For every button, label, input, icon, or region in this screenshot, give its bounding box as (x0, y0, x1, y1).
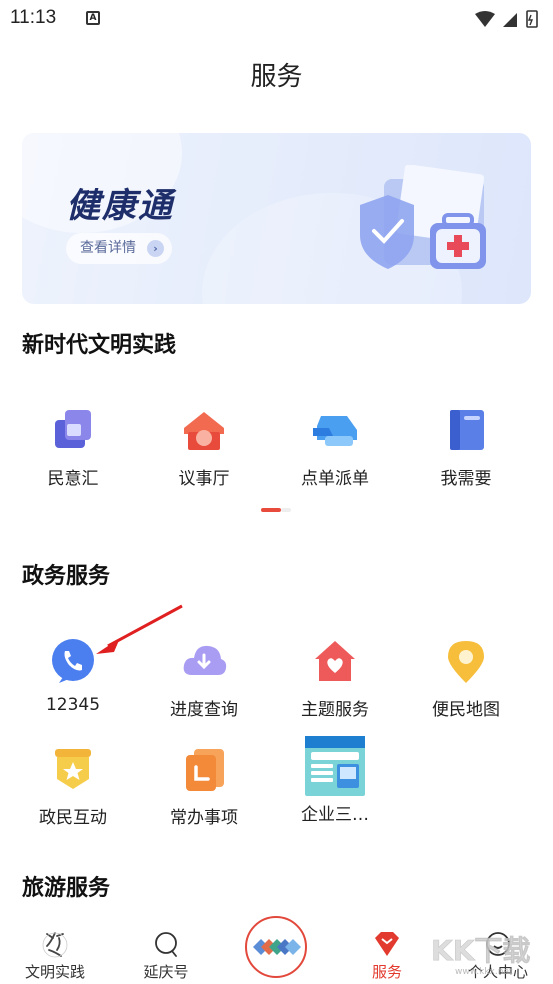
location-pin-icon (448, 641, 484, 683)
grid-item-yishiting[interactable]: 议事厅 (149, 406, 259, 489)
grid-item-label: 点单派单 (301, 469, 369, 489)
medical-kit-illustration-icon (360, 165, 486, 269)
grid-item-theme-service[interactable]: 主题服务 (280, 637, 390, 720)
section-title-government: 政务服务 (22, 564, 111, 589)
chevron-right-icon: › (147, 240, 164, 257)
banner-title: 健康通 (66, 186, 174, 226)
tab-service[interactable]: 服务 (332, 916, 442, 984)
section-title-tourism: 旅游服务 (22, 876, 111, 901)
grid-item-woxuyao[interactable]: 我需要 (411, 406, 521, 489)
status-indicators-icon (475, 10, 538, 28)
grid-item-label: 我需要 (440, 469, 492, 489)
section-title-civilization: 新时代文明实践 (22, 333, 177, 358)
grid-item-label: 民意汇 (47, 469, 99, 489)
annotation-arrow-icon (96, 604, 183, 654)
grid-item-label: 政民互动 (39, 808, 107, 828)
watermark-logo-icon: KK下载 www.kkx.net (431, 934, 531, 976)
grid-item-minyihui[interactable]: 民意汇 (18, 406, 128, 489)
grid-item-label: 进度查询 (170, 700, 238, 720)
status-time: 11:13 (10, 7, 57, 28)
page-indicator (261, 508, 291, 512)
document-icon (186, 749, 224, 791)
notification-icon: A (86, 11, 100, 25)
grid-item-label: 议事厅 (178, 469, 230, 489)
enterprise-thumbnail-icon (305, 736, 365, 796)
service-gem-icon (375, 932, 399, 956)
svg-text:www.kkx.net: www.kkx.net (455, 967, 513, 976)
tab-label: 服务 (371, 963, 402, 981)
grid-item-label: 企业三… (301, 805, 369, 825)
heart-house-icon (315, 641, 355, 681)
view-details-label: 查看详情 (80, 240, 136, 256)
calligraphy-icon (42, 932, 68, 958)
page-indicator-active (261, 508, 281, 512)
house-icon (184, 412, 224, 450)
chat-bubble-icon (155, 932, 177, 957)
grid-item-convenience-map[interactable]: 便民地图 (411, 637, 521, 720)
tab-civilization[interactable]: 文明实践 (0, 916, 110, 984)
truck-icon (313, 416, 357, 446)
star-badge-icon (55, 749, 91, 789)
grid-item-label: 便民地图 (432, 700, 500, 720)
book-icon (450, 410, 484, 450)
page-title: 服务 (250, 62, 303, 92)
grid-item-label: 常办事项 (170, 808, 238, 828)
stacked-squares-icon (55, 410, 91, 448)
center-logo-icon (253, 939, 301, 955)
grid-item-common-affairs[interactable]: 常办事项 (149, 745, 259, 828)
page-indicator-rest (281, 508, 291, 512)
grid-item-label: 主题服务 (301, 700, 369, 720)
grid-item-label: 12345 (45, 695, 101, 715)
tab-label: 延庆号 (143, 963, 189, 981)
grid-item-gov-interaction[interactable]: 政民互动 (18, 745, 128, 828)
grid-item-diandanpaidan[interactable]: 点单派单 (280, 406, 390, 489)
svg-text:KK下载: KK下载 (431, 934, 530, 967)
tab-center-home[interactable] (245, 916, 307, 978)
tab-label: 文明实践 (24, 963, 85, 981)
grid-item-enterprise[interactable]: 企业三… (280, 736, 390, 825)
tab-yanqing[interactable]: 延庆号 (111, 916, 221, 984)
health-banner[interactable]: 健康通 查看详情 › (22, 133, 531, 304)
status-bar: 11:13 A (0, 0, 553, 38)
view-details-button[interactable]: 查看详情 › (66, 233, 172, 264)
